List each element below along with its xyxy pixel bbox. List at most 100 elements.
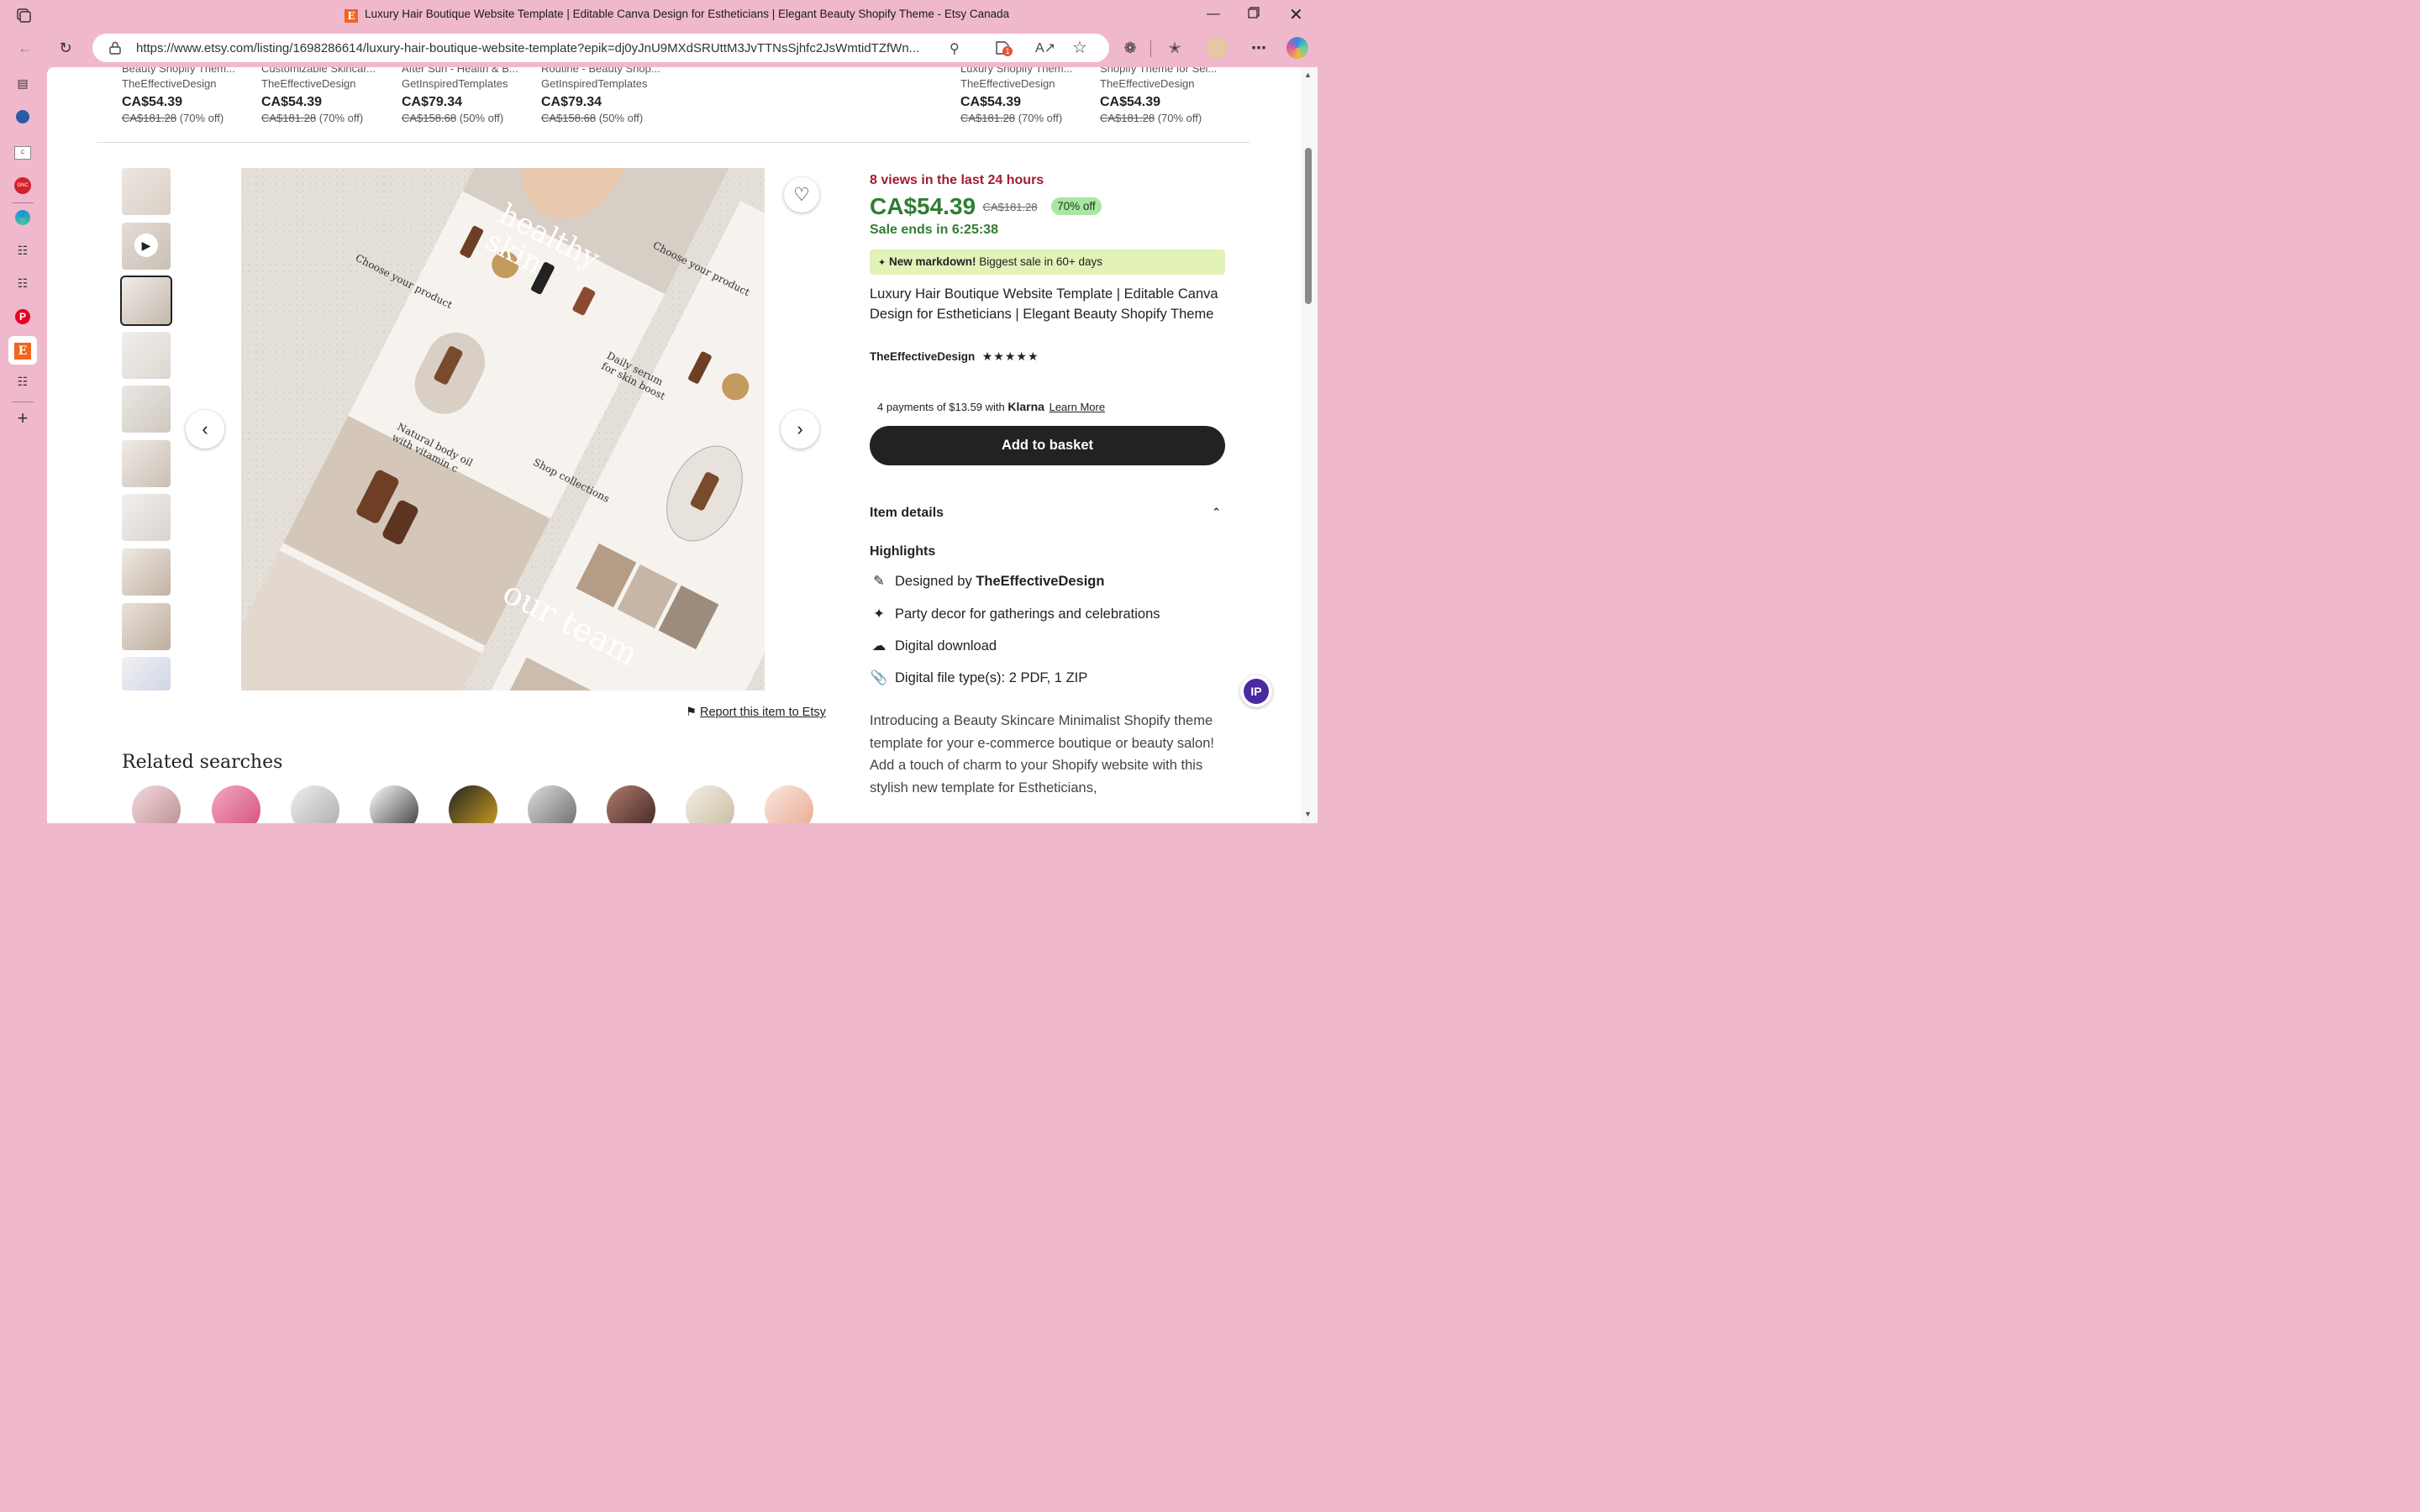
gallery-thumb-5[interactable] (122, 386, 171, 433)
calendar-2-icon[interactable]: ☷ (12, 272, 34, 294)
gallery-thumb-video[interactable]: ▶ (122, 223, 171, 270)
shop-name-link[interactable]: TheEffectiveDesign (870, 350, 975, 363)
klarna-row: 4 payments of $13.59 with Klarna Learn M… (877, 400, 1105, 413)
gallery-thumb-3[interactable] (120, 276, 172, 326)
read-aloud-icon[interactable]: A↗ (1035, 39, 1055, 56)
chevron-up-icon: ⌃ (1212, 506, 1221, 518)
related-listing-card[interactable]: After Sun - Health & B... GetInspiredTemp… (402, 67, 528, 124)
edge-icon[interactable] (12, 207, 34, 228)
listing-card-original: CA$181.28 (70% off) (960, 112, 1086, 124)
price-row: CA$54.39 CA$181.28 70% off (870, 193, 1102, 220)
listing-card-title[interactable]: Routine - Beauty Shop... (541, 67, 667, 75)
more-options-icon[interactable]: ⋯ (1249, 38, 1269, 58)
report-item-link[interactable]: ⚑ Report this item to Etsy (686, 706, 826, 719)
page-scrollbar[interactable]: ▲ ▼ (1301, 67, 1318, 823)
related-search-3[interactable] (291, 785, 339, 823)
designed-by-text: Designed by (895, 574, 972, 589)
divider (97, 142, 1250, 143)
klarna-learn-more-link[interactable]: Learn More (1050, 401, 1105, 413)
gallery-thumb-8[interactable] (122, 549, 171, 596)
calendar-3-icon[interactable]: ☷ (12, 370, 34, 392)
reading-view-icon[interactable]: 1 (993, 39, 1013, 57)
listing-card-original: CA$181.28 (70% off) (1100, 112, 1226, 124)
close-window-button[interactable]: ✕ (1289, 4, 1303, 25)
related-listing-card[interactable]: Shopify Theme for Sel... TheEffectiveDesi… (1100, 67, 1226, 124)
listing-card-price: CA$54.39 (122, 95, 183, 109)
related-listing-card[interactable]: Beauty Shopify Them... TheEffectiveDesign… (122, 67, 248, 124)
extensions-icon[interactable]: ❁ (1120, 38, 1140, 58)
profile-avatar[interactable] (1206, 37, 1228, 59)
listing-card-title[interactable]: Beauty Shopify Them... (122, 67, 248, 75)
listing-card-price: CA$79.34 (541, 95, 602, 109)
pinterest-icon[interactable]: P (12, 305, 34, 327)
listing-card-orig-price: CA$181.28 (960, 112, 1016, 124)
window-titlebar: E Luxury Hair Boutique Website Template |… (0, 0, 1318, 30)
listing-card-orig-price: CA$158.68 (541, 112, 597, 124)
pin-extension-button[interactable]: IP (1240, 675, 1272, 707)
related-search-4[interactable] (370, 785, 418, 823)
listing-card-title[interactable]: Luxury Shopify Them... (960, 67, 1086, 75)
gallery-thumb-9[interactable] (122, 603, 171, 650)
designer-link[interactable]: TheEffectiveDesign (976, 574, 1104, 589)
gallery-thumb-10[interactable] (122, 657, 171, 690)
designer-icon: ✎ (873, 574, 885, 589)
related-search-7[interactable] (607, 785, 655, 823)
pinned-app-2-icon[interactable]: C (12, 139, 34, 160)
klarna-text: 4 payments of $13.59 with (877, 401, 1005, 413)
etsy-sidebar-icon[interactable]: E (8, 336, 37, 365)
flag-icon: ⚑ (686, 706, 697, 719)
play-icon[interactable]: ▶ (134, 234, 158, 257)
main-listing-image[interactable]: healthy skin Choose your product Choose … (241, 168, 765, 690)
item-details-toggle[interactable]: Item details ⌃ (870, 506, 1221, 521)
gnc-icon[interactable]: GNC (12, 171, 34, 194)
copilot-icon[interactable] (1286, 37, 1308, 59)
listing-card-title[interactable]: Customizable Skincar... (261, 67, 387, 75)
next-image-button[interactable]: › (781, 410, 819, 449)
related-search-8[interactable] (686, 785, 734, 823)
add-to-basket-button[interactable]: Add to basket (870, 426, 1225, 465)
add-icon[interactable]: + (12, 407, 34, 429)
tab-actions-icon[interactable] (15, 8, 32, 23)
related-listing-card[interactable]: Luxury Shopify Them... TheEffectiveDesign… (960, 67, 1086, 124)
lock-icon[interactable] (109, 41, 121, 59)
listing-card-orig-price: CA$181.28 (261, 112, 317, 124)
back-arrow-icon[interactable]: ← (15, 38, 35, 58)
listing-card-title[interactable]: Shopify Theme for Sel... (1100, 67, 1226, 75)
listing-card-title[interactable]: After Sun - Health & B... (402, 67, 528, 75)
scroll-up-arrow-icon[interactable]: ▲ (1304, 71, 1312, 79)
related-listing-card[interactable]: Customizable Skincar... TheEffectiveDesig… (261, 67, 387, 124)
listing-card-discount: (50% off) (598, 112, 644, 124)
minimize-button[interactable]: — (1207, 7, 1220, 22)
restore-button[interactable] (1248, 7, 1260, 23)
gallery-thumb-7[interactable] (122, 494, 171, 541)
filetype-text: Digital file type(s): 2 PDF, 1 ZIP (895, 670, 1088, 685)
related-listing-card[interactable]: Routine - Beauty Shop... GetInspiredTempl… (541, 67, 667, 124)
pinned-app-1-icon[interactable] (12, 106, 34, 128)
related-search-9[interactable] (765, 785, 813, 823)
scroll-thumb[interactable] (1305, 148, 1312, 304)
prev-image-button[interactable]: ‹ (186, 410, 224, 449)
item-details-label: Item details (870, 506, 944, 520)
address-bar[interactable]: https://www.etsy.com/listing/1698286614/… (92, 34, 1109, 62)
refresh-icon[interactable]: ↻ (55, 38, 76, 58)
scroll-down-arrow-icon[interactable]: ▼ (1304, 810, 1312, 818)
url-text[interactable]: https://www.etsy.com/listing/1698286614/… (136, 41, 976, 55)
related-search-5[interactable] (449, 785, 497, 823)
highlight-file-type: 📎 Digital file type(s): 2 PDF, 1 ZIP (870, 670, 1088, 686)
favorite-heart-button[interactable]: ♡ (784, 177, 819, 213)
report-link-text[interactable]: Report this item to Etsy (700, 706, 826, 719)
gallery-thumb-1[interactable] (122, 168, 171, 215)
sale-price: CA$54.39 (870, 193, 976, 219)
zoom-icon[interactable]: ⚲ (950, 40, 960, 57)
gallery-thumb-6[interactable] (122, 440, 171, 487)
related-search-2[interactable] (212, 785, 260, 823)
favorite-star-icon[interactable]: ☆ (1072, 37, 1087, 58)
related-search-1[interactable] (132, 785, 181, 823)
listing-card-original: CA$158.68 (50% off) (402, 112, 528, 124)
listing-card-shop: TheEffectiveDesign (261, 77, 356, 90)
favorites-icon[interactable]: ✭ (1165, 38, 1185, 58)
gallery-thumb-4[interactable] (122, 332, 171, 379)
calendar-icon[interactable]: ☷ (12, 239, 34, 261)
tabs-icon[interactable]: ▤ (12, 72, 34, 94)
related-search-6[interactable] (528, 785, 576, 823)
